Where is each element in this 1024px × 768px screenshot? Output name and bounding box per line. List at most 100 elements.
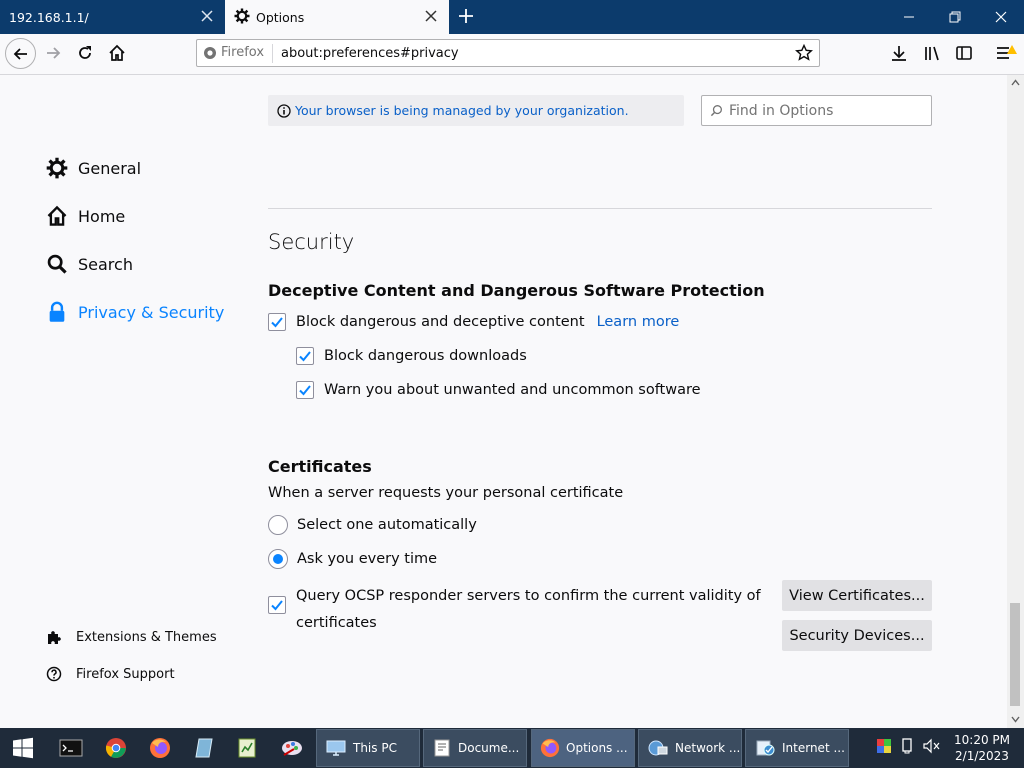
taskbar-task-network[interactable]: Network ... (638, 729, 742, 767)
volume-muted-icon[interactable] (922, 738, 940, 758)
library-button[interactable] (917, 38, 947, 68)
ocsp-checkbox-row (268, 596, 296, 614)
task-label: This PC (353, 741, 397, 755)
category-home[interactable]: Home (46, 205, 125, 227)
close-window-icon[interactable] (978, 0, 1024, 34)
page-scrollbar[interactable] (1007, 75, 1024, 728)
menu-button[interactable] (990, 38, 1020, 68)
url-bar[interactable]: Firefox about:preferences#privacy (196, 39, 820, 67)
ocsp-checkbox[interactable] (268, 596, 286, 614)
category-search[interactable]: Search (46, 253, 133, 275)
identity-label: Firefox (221, 45, 265, 60)
ocsp-label[interactable]: Query OCSP responder servers to confirm … (296, 583, 761, 637)
block-downloads-row: Block dangerous downloads (296, 347, 527, 365)
ask-every-time-radio[interactable] (268, 549, 288, 569)
select-automatically-radio[interactable] (268, 515, 288, 535)
unwanted-software-label[interactable]: Warn you about unwanted and uncommon sof… (324, 382, 701, 398)
task-label: Network ... (675, 741, 741, 755)
gear-icon (46, 157, 68, 179)
taskbar-clock[interactable]: 10:20 PM 2/1/2023 (950, 732, 1014, 764)
tab-title: 192.168.1.1/ (9, 10, 89, 25)
bookmark-star-icon[interactable] (795, 43, 813, 66)
scroll-down-arrow-icon[interactable] (1011, 716, 1020, 723)
windows-logo-icon (13, 737, 33, 759)
certificates-prompt: When a server requests your personal cer… (268, 485, 623, 501)
task-label: Internet ... (782, 741, 845, 755)
managed-notice-text: Your browser is being managed by your or… (295, 103, 629, 118)
firefox-support-link[interactable]: Firefox Support (46, 666, 175, 682)
notebook-icon[interactable] (187, 732, 221, 764)
block-deceptive-checkbox[interactable] (268, 313, 286, 331)
task-label: Docume... (458, 741, 520, 755)
block-downloads-label[interactable]: Block dangerous downloads (324, 348, 527, 364)
forward-button[interactable] (38, 38, 68, 68)
tab-close-icon[interactable] (424, 9, 438, 26)
tab-bar: 192.168.1.1/ Options (0, 0, 1024, 34)
block-deceptive-row: Block dangerous and deceptive content Le… (268, 313, 679, 331)
category-privacy-security[interactable]: Privacy & Security (46, 301, 224, 323)
category-general[interactable]: General (46, 157, 141, 179)
block-downloads-checkbox[interactable] (296, 347, 314, 365)
network-icon (647, 738, 669, 758)
scroll-up-arrow-icon[interactable] (1011, 79, 1020, 86)
taskbar-task-documents[interactable]: Docume... (423, 729, 527, 767)
tab-options[interactable]: Options (225, 0, 449, 34)
sidebar-icon (956, 46, 972, 60)
extensions-themes-link[interactable]: Extensions & Themes (46, 629, 217, 645)
ocsp-label-line2: certificates (296, 615, 377, 631)
download-icon (892, 46, 906, 61)
managed-notice[interactable]: Your browser is being managed by your or… (268, 95, 684, 126)
puzzle-icon (46, 629, 62, 645)
library-icon (925, 46, 939, 61)
gear-icon (234, 8, 250, 27)
learn-more-link[interactable]: Learn more (597, 314, 680, 330)
task-label: Options ... (566, 741, 628, 755)
category-label: Home (78, 206, 126, 226)
check-icon (299, 385, 311, 396)
scrollbar-thumb[interactable] (1010, 603, 1020, 706)
select-automatically-label[interactable]: Select one automatically (297, 517, 477, 533)
minimize-icon[interactable] (886, 0, 932, 34)
chrome-icon[interactable] (99, 732, 133, 764)
url-separator (272, 44, 273, 63)
ask-every-time-label[interactable]: Ask you every time (297, 551, 437, 567)
unwanted-software-checkbox[interactable] (296, 381, 314, 399)
taskbar-task-internet[interactable]: Internet ... (745, 729, 849, 767)
url-text[interactable]: about:preferences#privacy (281, 46, 459, 61)
spreadsheet-icon[interactable] (230, 732, 264, 764)
home-icon (46, 205, 68, 227)
tab-router[interactable]: 192.168.1.1/ (0, 0, 224, 34)
taskbar-task-this-pc[interactable]: This PC (316, 729, 420, 767)
restore-icon[interactable] (932, 0, 978, 34)
home-button[interactable] (102, 38, 132, 68)
start-button[interactable] (6, 732, 40, 764)
back-button[interactable] (5, 38, 36, 69)
certificates-heading: Certificates (268, 457, 372, 476)
downloads-button[interactable] (884, 38, 914, 68)
select-automatically-row: Select one automatically (268, 515, 477, 535)
paint-icon[interactable] (275, 732, 309, 764)
color-app-icon[interactable] (876, 738, 892, 758)
unwanted-software-row: Warn you about unwanted and uncommon sof… (296, 381, 701, 399)
hamburger-icon (997, 45, 1017, 59)
usb-device-icon[interactable] (900, 738, 914, 758)
reload-button[interactable] (70, 38, 100, 68)
firefox-icon[interactable] (143, 732, 177, 764)
new-tab-icon[interactable] (456, 6, 476, 26)
terminal-icon[interactable] (54, 732, 88, 764)
identity-box[interactable]: Firefox (203, 45, 264, 60)
clock-date: 2/1/2023 (955, 749, 1009, 763)
block-deceptive-label[interactable]: Block dangerous and deceptive content (296, 314, 585, 330)
lock-icon (46, 301, 68, 323)
check-icon (271, 600, 283, 611)
sidebar-button[interactable] (949, 38, 979, 68)
view-certificates-button[interactable]: View Certificates... (782, 580, 932, 611)
find-placeholder: Find in Options (729, 102, 834, 119)
navigation-toolbar: Firefox about:preferences#privacy (0, 34, 1024, 75)
security-devices-button[interactable]: Security Devices... (782, 620, 932, 651)
taskbar-task-options[interactable]: Options ... (531, 729, 635, 767)
find-in-options-input[interactable]: Find in Options (701, 95, 932, 126)
tab-close-icon[interactable] (200, 9, 214, 26)
back-arrow-icon (13, 47, 27, 60)
deceptive-content-heading: Deceptive Content and Dangerous Software… (268, 281, 765, 300)
